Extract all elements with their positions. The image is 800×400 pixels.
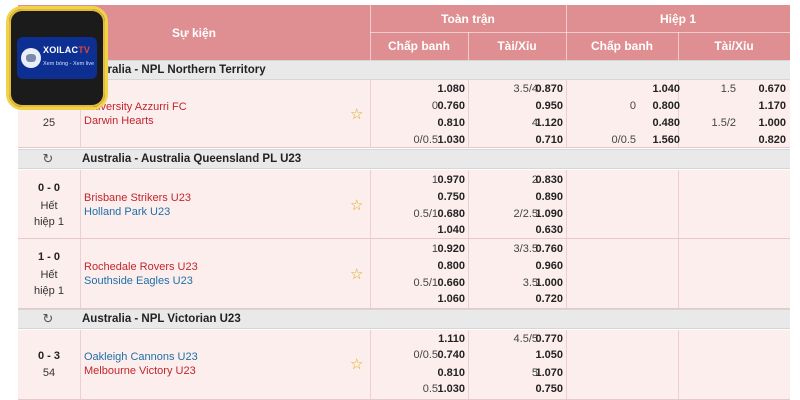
away-team[interactable]: Melbourne Victory U23 (84, 365, 196, 377)
home-team[interactable]: Rochedale Rovers U23 (84, 261, 198, 273)
ft-ou-odd[interactable]: 0.720 (521, 293, 563, 305)
header-h1-over-under: Tài/Xỉu (714, 39, 754, 53)
match-status: Hết (40, 200, 58, 212)
ft-ou-odd[interactable]: 1.050 (521, 349, 563, 361)
ft-ou-odd[interactable]: 1.000 (521, 277, 563, 289)
ft-ou-odd[interactable]: 0.950 (521, 100, 563, 112)
league-row[interactable]: Australia - NPL Northern Territory (18, 60, 790, 80)
ft-hdp-odd[interactable]: 1.030 (423, 134, 465, 146)
away-team[interactable]: Southside Eagles U23 (84, 275, 193, 287)
h1-hdp-odd[interactable]: 1.040 (638, 83, 680, 95)
odds-table: Sự kiện Toàn trận Hiệp 1 Chấp banh Tài/X… (0, 0, 800, 400)
ft-hdp-odd[interactable]: 1.110 (423, 333, 465, 345)
logo-tagline: Xem bóng - Xem live (43, 61, 95, 67)
match-status: hiệp 1 (34, 285, 64, 297)
ft-hdp-odd[interactable]: 0.740 (423, 349, 465, 361)
league-name: Australia - NPL Northern Territory (82, 64, 266, 76)
away-team[interactable]: Darwin Hearts (84, 115, 154, 127)
league-row[interactable]: ↻ Australia - Australia Queensland PL U2… (18, 149, 790, 169)
favorite-star-icon[interactable]: ☆ (350, 267, 363, 282)
ft-ou-odd[interactable]: 1.090 (521, 208, 563, 220)
ft-hdp-odd[interactable]: 1.040 (423, 224, 465, 236)
match-row: 0 - 0 Hết hiệp 1 Brisbane Strikers U23 H… (18, 170, 790, 239)
refresh-icon[interactable]: ↻ (41, 312, 55, 326)
home-team[interactable]: Oakleigh Cannons U23 (84, 351, 198, 363)
header-ft-handicap: Chấp banh (388, 39, 450, 53)
match-score: 0 - 0 (37, 182, 60, 194)
ft-ou-odd[interactable]: 0.710 (521, 134, 563, 146)
h1-hdp-odd[interactable]: 0.480 (638, 117, 680, 129)
h1-hdp-line: 0/0.5 (611, 134, 636, 146)
h1-ou-line: 1.5/2 (711, 117, 736, 129)
favorite-star-icon[interactable]: ☆ (350, 198, 363, 213)
h1-hdp-odd[interactable]: 1.560 (638, 134, 680, 146)
h1-ou-line: 1.5 (720, 83, 736, 95)
ft-ou-odd[interactable]: 0.770 (521, 333, 563, 345)
ft-ou-odd[interactable]: 0.760 (521, 243, 563, 255)
h1-ou-odd[interactable]: 1.000 (744, 117, 786, 129)
ft-hdp-odd[interactable]: 1.030 (423, 383, 465, 395)
h1-hdp-line: 0 (629, 100, 636, 112)
ft-ou-odd[interactable]: 1.120 (521, 117, 563, 129)
home-team[interactable]: Brisbane Strikers U23 (84, 192, 191, 204)
match-minute: 54 (42, 367, 56, 379)
match-score: 0 - 3 (37, 350, 60, 362)
ft-hdp-odd[interactable]: 0.750 (423, 191, 465, 203)
league-row[interactable]: ↻ Australia - NPL Victorian U23 (18, 309, 790, 329)
ft-ou-odd[interactable]: 0.750 (521, 383, 563, 395)
favorite-star-icon[interactable]: ☆ (350, 357, 363, 372)
match-status: hiệp 1 (34, 216, 64, 228)
ft-ou-odd[interactable]: 0.870 (521, 83, 563, 95)
match-row: 25 University Azzurri FC Darwin Hearts ☆… (18, 80, 790, 148)
ft-hdp-odd[interactable]: 0.920 (423, 243, 465, 255)
ft-hdp-odd[interactable]: 1.080 (423, 83, 465, 95)
logo-brand: XOILACTV (43, 45, 91, 55)
header-h1-handicap: Chấp banh (591, 39, 653, 53)
refresh-icon[interactable]: ↻ (41, 152, 55, 166)
header-first-half: Hiệp 1 (659, 11, 696, 26)
header-ft-over-under: Tài/Xỉu (497, 39, 537, 53)
ft-ou-odd[interactable]: 0.630 (521, 224, 563, 236)
site-logo[interactable]: XOILACTV Xem bóng - Xem live (6, 6, 108, 110)
favorite-star-icon[interactable]: ☆ (350, 107, 363, 122)
ft-ou-odd[interactable]: 0.890 (521, 191, 563, 203)
match-status: Hết (40, 269, 58, 281)
h1-ou-odd[interactable]: 1.170 (744, 100, 786, 112)
table-header: Sự kiện Toàn trận Hiệp 1 Chấp banh Tài/X… (18, 5, 790, 60)
ft-hdp-odd[interactable]: 0.680 (423, 208, 465, 220)
ft-hdp-odd[interactable]: 0.810 (423, 117, 465, 129)
header-full-match: Toàn trận (441, 11, 495, 26)
ft-ou-odd[interactable]: 0.830 (521, 174, 563, 186)
ft-hdp-odd[interactable]: 0.810 (423, 367, 465, 379)
league-name: Australia - Australia Queensland PL U23 (82, 153, 302, 165)
league-name: Australia - NPL Victorian U23 (82, 313, 241, 325)
h1-ou-odd[interactable]: 0.670 (744, 83, 786, 95)
match-row: 1 - 0 Hết hiệp 1 Rochedale Rovers U23 So… (18, 239, 790, 309)
ft-hdp-odd[interactable]: 0.660 (423, 277, 465, 289)
away-team[interactable]: Holland Park U23 (84, 206, 170, 218)
ft-ou-odd[interactable]: 0.960 (521, 260, 563, 272)
ft-hdp-odd[interactable]: 0.970 (423, 174, 465, 186)
match-score: 1 - 0 (37, 251, 60, 263)
ft-ou-odd[interactable]: 1.070 (521, 367, 563, 379)
match-row: 0 - 3 54 Oakleigh Cannons U23 Melbourne … (18, 330, 790, 400)
tiger-mascot-icon (21, 48, 41, 68)
logo-badge: XOILACTV Xem bóng - Xem live (17, 37, 97, 79)
h1-hdp-odd[interactable]: 0.800 (638, 100, 680, 112)
ft-hdp-odd[interactable]: 0.800 (423, 260, 465, 272)
h1-ou-odd[interactable]: 0.820 (744, 134, 786, 146)
match-minute: 25 (42, 117, 56, 129)
ft-hdp-odd[interactable]: 0.760 (423, 100, 465, 112)
ft-hdp-odd[interactable]: 1.060 (423, 293, 465, 305)
